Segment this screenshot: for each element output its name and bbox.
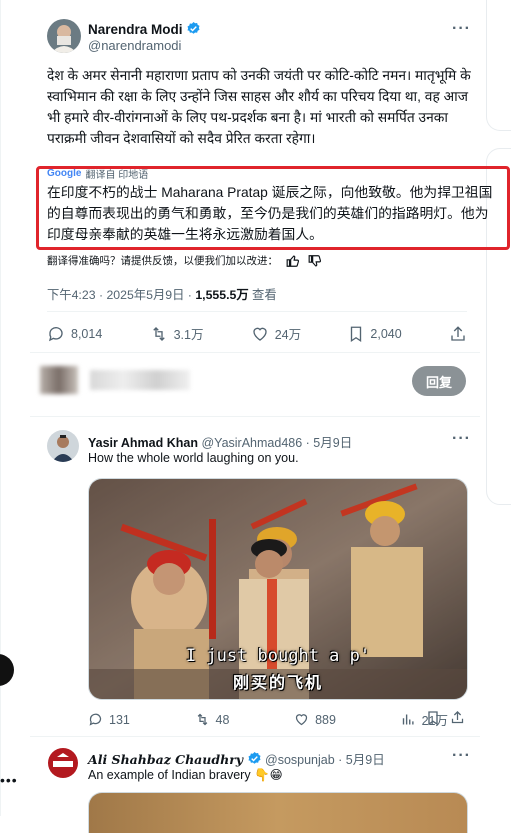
repost-action[interactable]: 3.1万 — [150, 324, 204, 343]
reply-like-count: 889 — [315, 712, 336, 727]
reply-count: 8,014 — [71, 326, 103, 341]
repost-count: 3.1万 — [173, 328, 204, 342]
reply2-author-name[interactable]: Ali Shahbaz Chaudhry — [88, 752, 243, 767]
more-options-icon[interactable]: ••• — [0, 772, 18, 788]
analytics-icon — [402, 714, 414, 725]
like-action[interactable]: 24万 — [251, 324, 301, 343]
bookmark-count: 2,040 — [370, 326, 402, 341]
composer-avatar-blurred — [40, 366, 78, 394]
bookmark-icon — [351, 326, 362, 342]
view-count: 1,555.5万 — [195, 288, 249, 302]
video-frame-image — [89, 479, 467, 699]
right-sidebar-card-top — [486, 0, 511, 131]
bookmark-action[interactable]: 2,040 — [348, 325, 402, 343]
reply-header: Yasir Ahmad Khan @YasirAhmad486 · 5月9日 — [88, 432, 352, 451]
reply-date[interactable]: · 5月9日 — [302, 436, 353, 450]
reply2-date[interactable]: · 5月9日 — [335, 753, 385, 767]
reply-like-action[interactable]: 889 — [294, 712, 336, 727]
reply-action[interactable]: 8,014 — [47, 325, 102, 343]
divider — [47, 311, 467, 312]
heart-icon — [253, 327, 267, 341]
repost-icon — [197, 713, 207, 726]
reply-video[interactable]: I just bought a p' 刚买的飞机 — [88, 478, 468, 700]
reply-reply-action[interactable]: 131 — [88, 712, 130, 727]
reply-repost-action[interactable]: 48 — [195, 712, 230, 727]
left-column-edge — [0, 0, 1, 816]
reply-bookmark-action[interactable] — [426, 710, 440, 731]
reply-engagement-bar: 131 48 889 21万 — [88, 710, 448, 729]
share-icon — [451, 325, 465, 341]
author-name[interactable]: Narendra Modi — [88, 22, 183, 37]
view-label: 查看 — [248, 288, 277, 302]
reply-repost-count: 48 — [215, 712, 230, 727]
share-icon — [451, 710, 464, 724]
side-nav-avatar-partial[interactable] — [0, 654, 14, 686]
reply-share-action[interactable] — [450, 710, 465, 730]
divider — [30, 736, 480, 737]
verified-badge-icon — [248, 751, 261, 764]
reply-reply-count: 131 — [109, 712, 130, 727]
verified-badge-icon — [187, 21, 200, 34]
thumbs-up-icon[interactable] — [286, 254, 300, 268]
reply2-header: Ali Shahbaz Chaudhry @sospunjab · 5月9日 — [88, 749, 385, 768]
share-action[interactable] — [449, 325, 467, 343]
reply-icon — [89, 713, 102, 726]
heart-icon — [295, 714, 308, 726]
thumbs-down-icon[interactable] — [308, 254, 322, 268]
reply2-text: An example of Indian bravery 👇😁 — [88, 768, 283, 782]
divider — [30, 352, 480, 353]
reply2-author-avatar[interactable] — [47, 747, 79, 779]
bookmark-icon — [428, 711, 438, 726]
reply2-more-icon[interactable]: ··· — [452, 747, 471, 765]
translation-feedback: 翻译得准确吗？请提供反馈，以便我们加以改进： — [47, 253, 322, 268]
tweet-timestamp[interactable]: 下午4:23 · 2025年5月9日 · — [47, 288, 195, 302]
reply-views-action[interactable]: 21万 — [401, 710, 448, 729]
reply-icon — [48, 326, 63, 341]
author-avatar[interactable] — [47, 19, 81, 53]
engagement-bar: 8,014 3.1万 24万 2,040 — [47, 324, 467, 343]
reply-author-name[interactable]: Yasir Ahmad Khan — [88, 436, 198, 450]
composer-input-blurred[interactable] — [90, 370, 190, 390]
reply-author-handle[interactable]: @YasirAhmad486 — [201, 436, 302, 450]
tweet-text: देश के अमर सेनानी महाराणा प्रताप को उनकी… — [47, 68, 471, 146]
reply-text: How the whole world laughing on you. — [88, 451, 299, 465]
author-name-row[interactable]: Narendra Modi — [88, 21, 201, 37]
reply2-author-handle[interactable]: @sospunjab — [265, 753, 335, 767]
author-handle[interactable]: @narendramodi — [88, 38, 181, 53]
tweet-more-icon[interactable]: ··· — [452, 20, 471, 38]
repost-icon — [152, 326, 165, 341]
tweet-meta: 下午4:23 · 2025年5月9日 · 1,555.5万 查看 — [47, 285, 277, 303]
reply-button[interactable]: 回复 — [412, 366, 466, 396]
divider — [30, 416, 480, 417]
video-subtitle-english: I just bought a p' — [185, 646, 371, 666]
video-subtitle-chinese: 刚买的飞机 — [232, 675, 323, 692]
feedback-prompt: 翻译得准确吗？请提供反馈，以便我们加以改进： — [47, 255, 278, 267]
reply-author-avatar[interactable] — [47, 430, 79, 462]
like-count: 24万 — [274, 328, 302, 342]
reply2-media[interactable] — [88, 792, 468, 833]
reply-more-icon[interactable]: ··· — [452, 430, 471, 448]
translated-text: 在印度不朽的战士 Maharana Pratap 诞辰之际，向他致敬。他为捍卫祖… — [47, 185, 493, 242]
